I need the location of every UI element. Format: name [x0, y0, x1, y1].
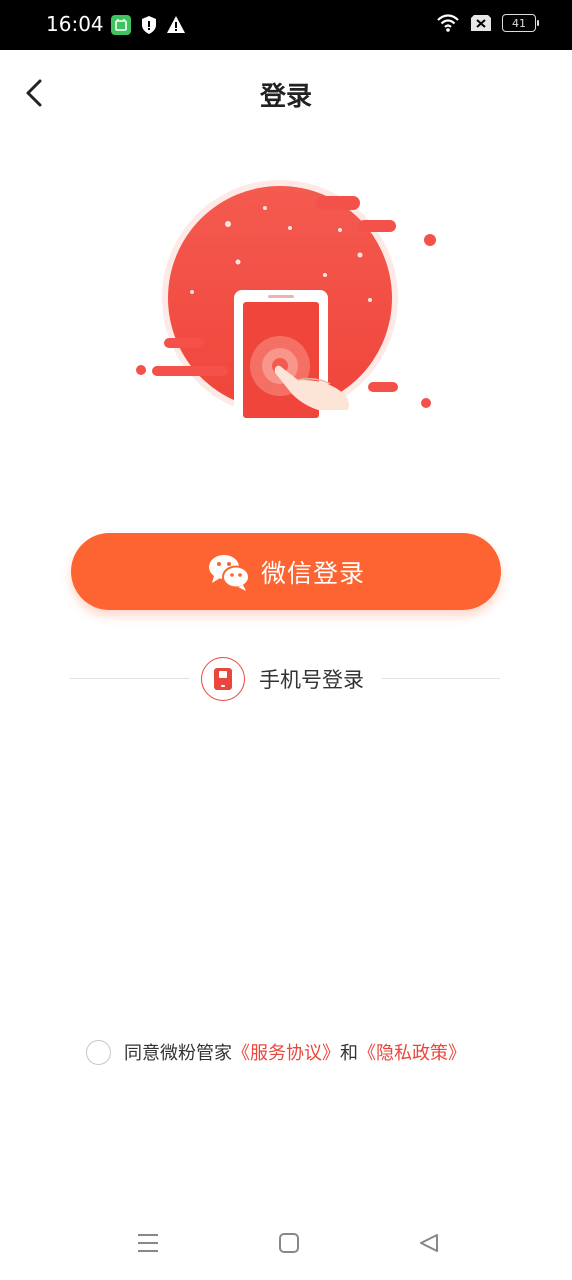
back-triangle-icon[interactable]	[418, 1232, 440, 1254]
phone-icon-circle	[201, 657, 245, 701]
status-time: 16:04	[46, 12, 104, 36]
wechat-icon	[208, 554, 250, 591]
menu-icon[interactable]	[137, 1232, 159, 1254]
app-notification-icon	[111, 15, 131, 35]
phone-login-button[interactable]: 手机号登录	[201, 656, 364, 702]
agreement-checkbox[interactable]	[86, 1039, 111, 1065]
service-agreement-link[interactable]: 《服务协议》	[232, 1039, 340, 1065]
no-sim-icon	[471, 15, 491, 31]
warning-icon	[167, 16, 185, 33]
phone-icon	[214, 668, 232, 690]
wechat-login-label: 微信登录	[260, 558, 365, 588]
home-icon[interactable]	[278, 1232, 300, 1254]
system-nav-bar	[0, 1210, 572, 1280]
phone-login-label: 手机号登录	[259, 668, 364, 692]
shield-icon	[142, 16, 156, 34]
privacy-policy-link[interactable]: 《隐私政策》	[358, 1039, 466, 1065]
wechat-login-button[interactable]: 微信登录	[71, 533, 501, 610]
divider-right	[382, 678, 500, 679]
status-right-group: 41	[436, 13, 539, 33]
agreement-row: 同意微粉管家 《服务协议》 和 《隐私政策》	[86, 1038, 466, 1066]
page-title: 登录	[259, 82, 312, 112]
battery-icon: 41	[502, 14, 539, 32]
agreement-joiner: 和	[340, 1043, 358, 1064]
divider-left	[70, 678, 190, 679]
battery-level: 41	[512, 16, 526, 30]
header: 登录	[0, 50, 572, 136]
phone-tap-illustration	[136, 180, 436, 418]
agreement-prefix: 同意微粉管家	[124, 1043, 232, 1064]
status-bar: 16:04 41	[0, 0, 572, 50]
wifi-icon	[437, 14, 459, 32]
